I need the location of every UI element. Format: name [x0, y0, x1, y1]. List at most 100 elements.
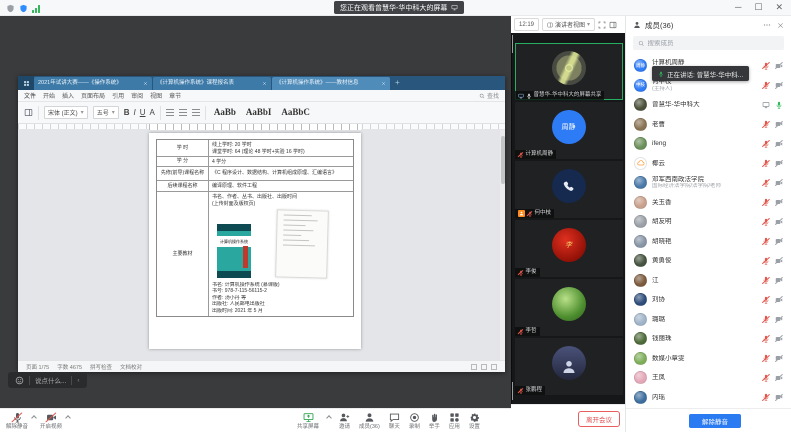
member-row[interactable]: 胡友明 — [626, 212, 791, 232]
toolbar-hand-button[interactable]: 举手 — [428, 410, 441, 431]
mic-off-icon[interactable] — [762, 296, 770, 304]
camera-off-icon[interactable] — [775, 237, 783, 245]
chat-quick-input[interactable]: 说点什么... ‹ — [8, 372, 87, 388]
camera-off-icon[interactable] — [775, 140, 783, 148]
style-chip[interactable]: AaBbI — [243, 107, 275, 118]
member-row[interactable]: 黄勇俊 — [626, 251, 791, 271]
camera-off-icon[interactable] — [775, 393, 783, 401]
scrollbar-thumb[interactable] — [501, 136, 505, 184]
chat-placeholder[interactable]: 说点什么... — [35, 375, 66, 385]
video-tile[interactable]: 曾慧华-华中科大的屏幕共享 — [515, 43, 623, 100]
close-panel-icon[interactable] — [777, 22, 784, 29]
tab-close-icon[interactable] — [381, 81, 386, 86]
mic-off-icon[interactable] — [762, 81, 770, 89]
member-row[interactable]: 璐璐 — [626, 310, 791, 330]
camera-off-icon[interactable] — [775, 276, 783, 284]
camera-off-icon[interactable] — [775, 179, 783, 187]
smiley-icon[interactable] — [15, 376, 24, 385]
member-row[interactable]: 江 — [626, 271, 791, 291]
camera-off-icon[interactable] — [775, 159, 783, 167]
word-menu-item[interactable]: 章节 — [169, 91, 181, 100]
more-options-icon[interactable] — [763, 21, 771, 29]
camera-off-icon[interactable] — [775, 62, 783, 70]
close-button[interactable]: ✕ — [775, 2, 783, 13]
mic-on-icon[interactable] — [775, 101, 783, 109]
camera-off-icon[interactable] — [775, 315, 783, 323]
member-row[interactable]: 钱丽珠 — [626, 329, 791, 349]
camera-off-icon[interactable] — [775, 296, 783, 304]
camera-off-icon[interactable] — [775, 374, 783, 382]
document-scrollbar[interactable] — [500, 130, 505, 360]
view-mode-select[interactable]: 演讲者视图▾ — [542, 18, 595, 31]
video-tile[interactable]: 李哲 — [515, 279, 623, 336]
member-row[interactable]: 内瑶 — [626, 388, 791, 408]
toolbar-chat-button[interactable]: 聊天 — [388, 410, 401, 431]
member-row[interactable]: ifeng — [626, 134, 791, 154]
camera-off-icon[interactable] — [775, 354, 783, 362]
camera-off-icon[interactable] — [775, 120, 783, 128]
camera-off-icon[interactable] — [775, 257, 783, 265]
mic-off-icon[interactable] — [762, 354, 770, 362]
style-chip[interactable]: AaBb — [211, 107, 239, 118]
align-right-icon[interactable] — [192, 109, 200, 117]
mic-off-icon[interactable] — [762, 257, 770, 265]
align-center-icon[interactable] — [179, 109, 187, 117]
member-row[interactable]: 曾慧华-华中科大 — [626, 95, 791, 115]
mic-off-icon[interactable] — [762, 198, 770, 206]
toolbar-record-button[interactable]: 录制 — [408, 410, 421, 431]
member-row[interactable]: 数媒小章雯 — [626, 349, 791, 369]
mic-off-icon[interactable] — [762, 62, 770, 70]
mic-off-icon[interactable] — [762, 315, 770, 323]
camera-off-icon[interactable] — [775, 218, 783, 226]
paste-icon[interactable] — [24, 108, 33, 117]
mic-off-icon[interactable] — [762, 140, 770, 148]
word-menu-item[interactable]: 审阅 — [131, 91, 143, 100]
video-tile[interactable]: 何中枝 — [515, 161, 623, 218]
member-row[interactable]: 刘协 — [626, 290, 791, 310]
leave-meeting-button[interactable]: 离开会议 — [578, 411, 620, 427]
font-name-select[interactable]: 宋体 (正文)▾ — [44, 106, 88, 119]
expand-caret-icon[interactable] — [31, 415, 37, 421]
member-row[interactable]: 胡晓艳 — [626, 232, 791, 252]
mic-off-icon[interactable] — [762, 120, 770, 128]
collapse-chevron-icon[interactable]: ‹ — [77, 377, 79, 384]
member-row[interactable]: 王凤 — [626, 368, 791, 388]
camera-off-icon[interactable] — [775, 335, 783, 343]
video-tile[interactable]: 周静计算机周静 — [515, 102, 623, 159]
word-menu-item[interactable]: 页面布局 — [81, 91, 105, 100]
word-menu-item[interactable]: 引用 — [112, 91, 124, 100]
mic-off-icon[interactable] — [762, 374, 770, 382]
toolbar-mic-off-button[interactable]: 解除静音 — [5, 410, 29, 431]
font-size-select[interactable]: 五号▾ — [93, 106, 119, 119]
proofing-label[interactable]: 文档校对 — [120, 363, 142, 371]
mic-off-icon[interactable] — [762, 276, 770, 284]
font-style-buttons[interactable]: BIUA — [124, 108, 155, 117]
mic-off-icon[interactable] — [762, 335, 770, 343]
pop-out-icon[interactable] — [609, 21, 617, 29]
align-left-icon[interactable] — [166, 109, 174, 117]
view-mode-icons[interactable] — [471, 364, 497, 370]
toolbar-gear-button[interactable]: 设置 — [468, 410, 481, 431]
video-tile[interactable]: 李李俊 — [515, 220, 623, 277]
scroll-down-chevron-icon[interactable] — [512, 383, 625, 401]
member-row[interactable]: 关玉香 — [626, 193, 791, 213]
tab-close-icon[interactable] — [143, 81, 148, 86]
toolbar-cam-off-button[interactable]: 开启视频 — [39, 410, 63, 431]
style-chip[interactable]: AaBbC — [278, 107, 313, 118]
expand-caret-icon[interactable] — [65, 415, 71, 421]
camera-off-icon[interactable] — [775, 198, 783, 206]
member-search[interactable] — [633, 36, 784, 50]
tab-close-icon[interactable] — [262, 81, 267, 86]
mic-off-icon[interactable] — [762, 218, 770, 226]
word-tab[interactable]: 《计算机操作系统》——教材信息 — [272, 77, 390, 90]
mic-off-icon[interactable] — [762, 159, 770, 167]
unmute-button[interactable]: 解除静音 — [689, 414, 741, 428]
word-home-tab[interactable] — [18, 76, 34, 90]
maximize-button[interactable]: ☐ — [754, 2, 762, 13]
word-menu-item[interactable]: 文件 — [24, 91, 36, 100]
spellcheck-label[interactable]: 拼写检查 — [90, 363, 112, 371]
new-tab-button[interactable]: + — [391, 76, 404, 90]
member-row[interactable]: 老曹 — [626, 115, 791, 135]
search-input[interactable] — [648, 40, 779, 47]
minimize-button[interactable]: ─ — [735, 2, 741, 13]
